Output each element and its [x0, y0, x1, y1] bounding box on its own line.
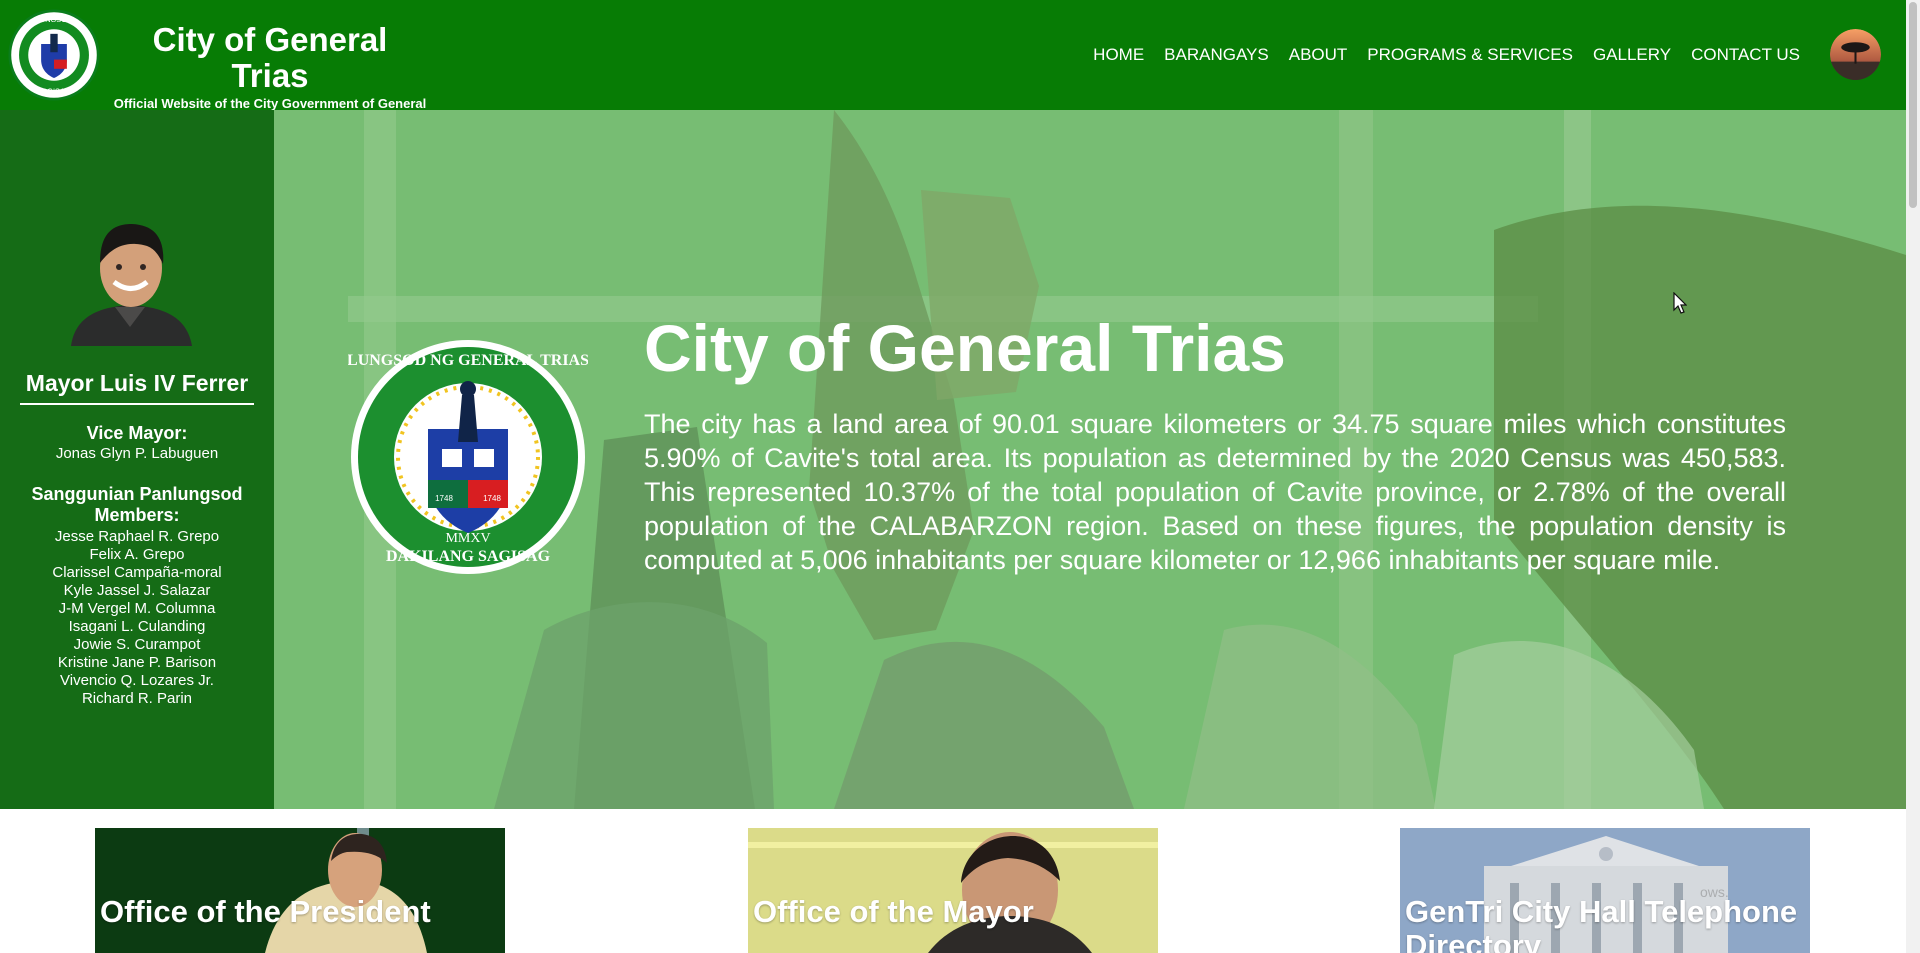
council-member: Richard R. Parin: [81, 690, 193, 707]
nav-gallery[interactable]: GALLERY: [1583, 45, 1681, 65]
sidebar: Mayor Luis IV Ferrer Vice Mayor: Jonas G…: [0, 110, 274, 809]
president-photo: [95, 828, 505, 953]
council-members-list: Jesse Raphael R. Grepo Felix A. Grepo Cl…: [0, 528, 274, 708]
vice-mayor-name: Jonas Glyn P. Labuguen: [55, 445, 219, 462]
nav-barangays[interactable]: BARANGAYS: [1154, 45, 1279, 65]
council-member: Clarissel Campaña-moral: [52, 564, 222, 581]
seal-right-year: 1748: [483, 494, 501, 503]
mayor-name: Mayor Luis IV Ferrer: [20, 370, 254, 405]
council-member: Kristine Jane P. Barison: [57, 654, 217, 671]
hero-description: The city has a land area of 90.01 square…: [644, 409, 1786, 575]
council-member: Kyle Jassel J. Salazar: [63, 582, 211, 599]
hero-city-seal: LUNGSOD NG GENERAL TRIAS DAKILANG SAGISA…: [348, 340, 588, 574]
svg-text:LUNGSOD: LUNGSOD: [36, 15, 72, 24]
nav-programs-services[interactable]: PROGRAMS & SERVICES: [1357, 45, 1583, 65]
telephone-directory-card[interactable]: GenTri City Hall Telephone Directory: [1400, 828, 1810, 953]
card-title: Office of the President: [100, 894, 431, 929]
page-scrollbar[interactable]: [1906, 0, 1920, 953]
seal-top-text: LUNGSOD NG GENERAL TRIAS: [348, 352, 588, 369]
nav-home[interactable]: HOME: [1083, 45, 1154, 65]
vice-mayor-label: Vice Mayor:: [86, 423, 188, 443]
office-mayor-card[interactable]: Office of the Mayor: [748, 828, 1158, 953]
seal-bottom-text: DAKILANG SAGISAG: [386, 548, 551, 565]
card-title: Office of the Mayor: [753, 894, 1034, 929]
hero-section: LUNGSOD NG GENERAL TRIAS DAKILANG SAGISA…: [274, 110, 1906, 809]
seal-year: MMXV: [445, 531, 490, 546]
site-header: LUNGSOD SAGISAG City of General Trias Of…: [0, 0, 1906, 126]
card-title: GenTri City Hall Telephone Directory: [1405, 894, 1798, 953]
seal-left-year: 1748: [435, 494, 453, 503]
scrollbar-thumb[interactable]: [1909, 2, 1917, 208]
council-label: Sanggunian Panlungsod Members:: [31, 484, 243, 525]
city-seal-icon[interactable]: LUNGSOD SAGISAG: [8, 9, 100, 101]
council-member: Isagani L. Culanding: [68, 618, 206, 635]
council-member: Jowie S. Curampot: [73, 636, 201, 653]
sunset-tree-avatar[interactable]: [1830, 29, 1881, 80]
office-president-card[interactable]: Office of the President: [95, 828, 505, 953]
main-navigation: HOME BARANGAYS ABOUT PROGRAMS & SERVICES…: [1083, 0, 1810, 110]
watermark-text: ows.: [1700, 884, 1729, 900]
council-member: Felix A. Grepo: [89, 546, 185, 563]
council-member: J-M Vergel M. Columna: [58, 600, 216, 617]
hero-title: City of General Trias: [644, 311, 1286, 385]
mouse-pointer-icon: [1673, 292, 1687, 314]
mayor-card-photo: [748, 828, 1158, 953]
council-member: Jesse Raphael R. Grepo: [54, 528, 220, 545]
council-member: Vivencio Q. Lozares Jr.: [60, 672, 214, 689]
nav-contact-us[interactable]: CONTACT US: [1681, 45, 1810, 65]
svg-text:SAGISAG: SAGISAG: [37, 87, 70, 96]
mayor-photo: [55, 216, 205, 346]
site-title: City of General Trias: [152, 21, 388, 94]
nav-about[interactable]: ABOUT: [1279, 45, 1358, 65]
browser-viewport: LUNGSOD SAGISAG City of General Trias Of…: [0, 0, 1920, 953]
